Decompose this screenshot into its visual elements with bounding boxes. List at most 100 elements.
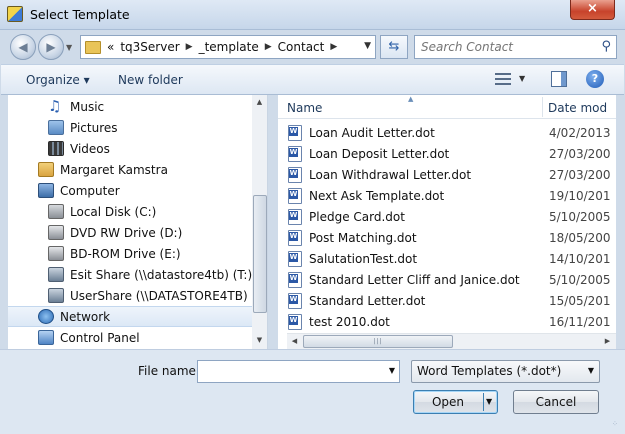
recent-pages-dropdown-icon[interactable]: ▼ (66, 43, 74, 52)
file-row[interactable]: Next Ask Template.dot 19/10/201 (278, 186, 616, 207)
network-drive-icon (48, 288, 64, 303)
chevron-right-icon[interactable]: ▶ (265, 42, 272, 52)
file-row[interactable]: Pledge Card.dot 5/10/2005 (278, 207, 616, 228)
search-input[interactable] (421, 39, 591, 55)
organize-menu-button[interactable]: Organize ▾ (26, 73, 90, 87)
file-type-filter-select[interactable]: Word Templates (*.dot*) ▼ (411, 360, 600, 383)
sidebar-item-label: BD-ROM Drive (E:) (70, 246, 181, 261)
sort-ascending-icon: ▲ (408, 95, 414, 103)
sidebar-item-control-panel[interactable]: Control Panel (8, 327, 252, 348)
sidebar-item-margaret-kamstra[interactable]: Margaret Kamstra (8, 159, 252, 180)
breadcrumb-tq3server[interactable]: tq3Server (120, 40, 179, 54)
sidebar-item-videos[interactable]: Videos (8, 138, 252, 159)
network-drive-icon (48, 267, 64, 282)
scroll-up-icon[interactable]: ▲ (252, 95, 267, 110)
address-dropdown-icon[interactable]: ▼ (364, 41, 371, 51)
file-date: 27/03/200 (549, 168, 611, 182)
file-row[interactable]: Loan Audit Letter.dot 4/02/2013 (278, 123, 616, 144)
cancel-button[interactable]: Cancel (513, 390, 599, 414)
column-header-date-modified[interactable]: Date mod (548, 101, 607, 115)
sidebar-item-local-disk-c[interactable]: Local Disk (C:) (8, 201, 252, 222)
file-date: 18/05/200 (549, 231, 611, 245)
views-dropdown-icon[interactable]: ▼ (519, 74, 525, 83)
videos-icon (48, 141, 64, 156)
word-document-icon (288, 125, 302, 141)
search-icon[interactable]: ⚲ (601, 39, 611, 54)
word-document-icon (288, 167, 302, 183)
file-name-input[interactable] (201, 364, 376, 379)
file-name: Loan Deposit Letter.dot (309, 147, 450, 161)
sidebar-item-usershare-u[interactable]: UserShare (\\DATASTORE4TB) (U:) (8, 285, 267, 306)
computer-icon (38, 183, 54, 198)
chevron-right-icon[interactable]: ▶ (330, 42, 337, 52)
views-icon[interactable] (495, 72, 511, 86)
refresh-button[interactable]: ⇆ (380, 35, 408, 59)
column-header-name[interactable]: Name (287, 101, 322, 115)
file-date: 27/03/200 (549, 147, 611, 161)
sidebar-item-esit-share-t[interactable]: Esit Share (\\datastore4tb) (T:) (8, 264, 252, 285)
help-button[interactable]: ? (586, 70, 604, 88)
file-name-combobox[interactable]: ▼ (197, 360, 400, 383)
file-row[interactable]: Standard Letter Cliff and Janice.dot 5/1… (278, 270, 616, 291)
file-name-dropdown-icon[interactable]: ▼ (389, 366, 395, 375)
sidebar-item-dvd-rw-drive-d[interactable]: DVD RW Drive (D:) (8, 222, 252, 243)
bd-drive-icon (48, 246, 64, 261)
file-row[interactable]: Standard Letter.dot 15/05/201 (278, 291, 616, 312)
command-toolbar: Organize ▾ New folder ▼ ? (1, 64, 624, 95)
word-document-icon (288, 251, 302, 267)
word-document-icon (288, 230, 302, 246)
horizontal-scroll-thumb[interactable]: ||| (303, 335, 453, 348)
word-document-icon (288, 209, 302, 225)
horizontal-scrollbar[interactable]: ◀ ||| ▶ (287, 333, 616, 349)
sidebar-scrollbar[interactable]: ▲ ▼ (252, 95, 267, 349)
dvd-drive-icon (48, 225, 64, 240)
sidebar-item-label: Local Disk (C:) (70, 204, 157, 219)
file-row[interactable]: Loan Deposit Letter.dot 27/03/200 (278, 144, 616, 165)
sidebar-scroll-thumb[interactable] (253, 195, 267, 313)
file-row[interactable]: test 2010.dot 16/11/201 (278, 312, 616, 333)
sidebar-item-label: Music (70, 99, 105, 114)
title-bar: Select Template × (0, 0, 625, 30)
open-options-dropdown-icon[interactable]: ▼ (486, 391, 492, 413)
search-box[interactable]: ⚲ (414, 35, 617, 59)
sidebar-item-label: Videos (70, 141, 110, 156)
filter-dropdown-icon[interactable]: ▼ (588, 366, 594, 375)
word-document-icon (288, 272, 302, 288)
file-name: SalutationTest.dot (309, 252, 418, 266)
file-date: 5/10/2005 (549, 273, 611, 287)
dialog-footer: File name: ▼ Word Templates (*.dot*) ▼ O… (0, 349, 625, 434)
new-folder-button[interactable]: New folder (118, 73, 183, 87)
close-button[interactable]: × (570, 0, 615, 20)
file-row[interactable]: SalutationTest.dot 14/10/201 (278, 249, 616, 270)
navigation-bar: ◀ ▶ ▼ « tq3Server ▶ _template ▶ Contact … (0, 30, 625, 64)
scroll-down-icon[interactable]: ▼ (252, 333, 267, 348)
address-bar[interactable]: « tq3Server ▶ _template ▶ Contact ▶ ▼ (80, 35, 376, 59)
file-row[interactable]: Post Matching.dot 18/05/200 (278, 228, 616, 249)
scroll-left-icon[interactable]: ◀ (287, 334, 302, 349)
column-divider[interactable] (542, 97, 543, 117)
forward-button[interactable]: ▶ (38, 34, 64, 60)
sidebar-item-bd-rom-drive-e[interactable]: BD-ROM Drive (E:) (8, 243, 252, 264)
sidebar-item-computer[interactable]: Computer (8, 180, 252, 201)
sidebar-item-music[interactable]: ♫ Music (8, 96, 252, 117)
breadcrumb-contact[interactable]: Contact (278, 40, 325, 54)
file-name: Pledge Card.dot (309, 210, 405, 224)
address-overflow[interactable]: « (107, 40, 114, 54)
preview-pane-icon[interactable] (551, 71, 567, 87)
file-date: 15/05/201 (549, 294, 611, 308)
resize-grip-icon[interactable]: ⁘ (612, 421, 622, 432)
network-icon (38, 309, 54, 324)
word-document-icon (288, 146, 302, 162)
file-type-filter-value: Word Templates (*.dot*) (417, 364, 562, 378)
sidebar-item-pictures[interactable]: Pictures (8, 117, 252, 138)
sidebar-item-network[interactable]: Network (8, 306, 252, 327)
file-name: Loan Withdrawal Letter.dot (309, 168, 472, 182)
back-button[interactable]: ◀ (10, 34, 36, 60)
file-date: 4/02/2013 (549, 126, 611, 140)
file-row[interactable]: Loan Withdrawal Letter.dot 27/03/200 (278, 165, 616, 186)
window-title: Select Template (30, 7, 130, 22)
open-button[interactable]: Open ▼ (413, 390, 498, 414)
scroll-right-icon[interactable]: ▶ (600, 334, 615, 349)
breadcrumb-template[interactable]: _template (199, 40, 259, 54)
chevron-right-icon[interactable]: ▶ (186, 42, 193, 52)
